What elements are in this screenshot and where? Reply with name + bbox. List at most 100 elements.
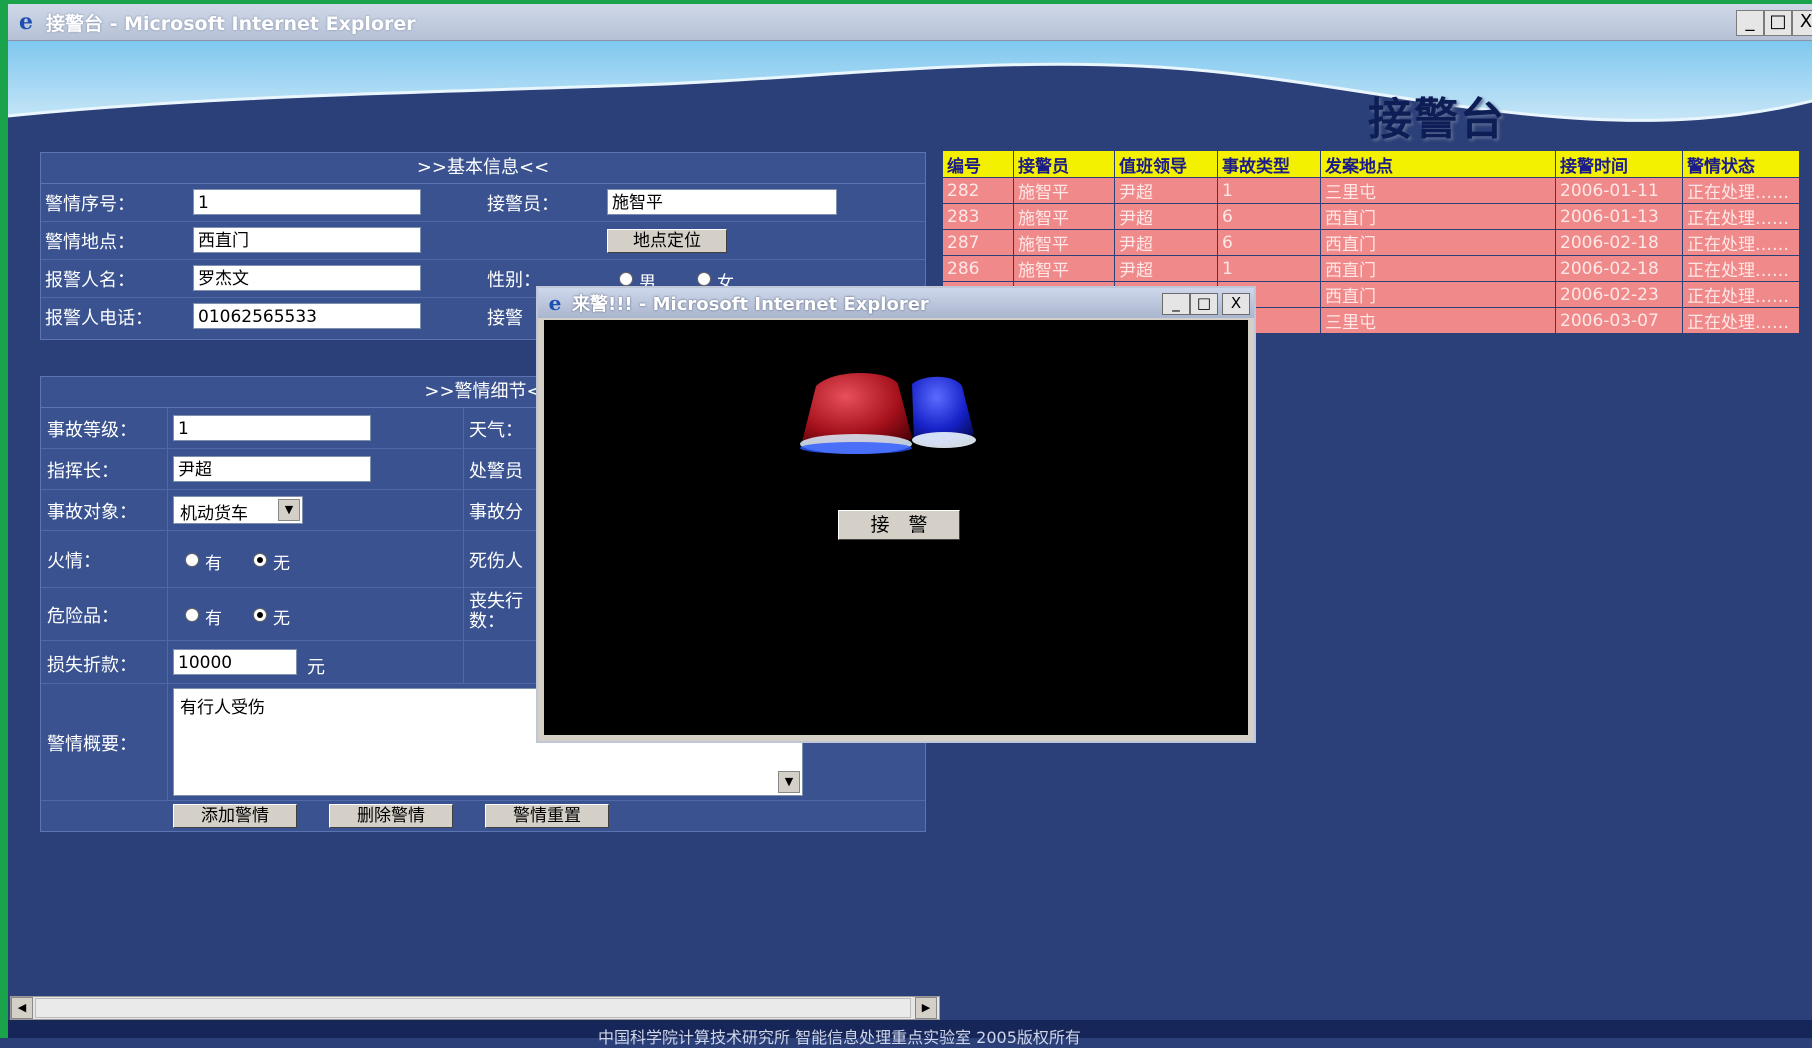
siren-lights-icon (800, 373, 976, 454)
scroll-thumb[interactable] (35, 998, 911, 1018)
add-incident-button[interactable]: 添加警情 (173, 804, 297, 828)
col-status: 警情状态 (1682, 150, 1800, 178)
object-select[interactable]: 机动货车 ▼ (173, 496, 303, 524)
row-actions: 添加警情 删除警情 警情重置 (41, 801, 925, 831)
cell-time: 2006-03-07 (1555, 307, 1683, 334)
horizontal-scrollbar[interactable]: ◀ ▶ (10, 996, 940, 1020)
table-row[interactable]: 283 施智平 尹超 6 西直门 2006-01-13 正在处理…… (942, 203, 1800, 230)
col-leader: 值班领导 (1114, 150, 1218, 178)
fire-no-label: 无 (273, 554, 290, 574)
cell-time: 2006-01-13 (1555, 203, 1683, 230)
reporter-input[interactable]: 罗杰文 (193, 265, 421, 291)
browser-titlebar: e 接警台 - Microsoft Internet Explorer _ □ … (8, 4, 1812, 41)
gender-female-radio[interactable] (697, 272, 711, 286)
lost-label: 丧失行 数： (469, 591, 523, 632)
serial-input[interactable]: 1 (193, 189, 421, 215)
delete-incident-button[interactable]: 删除警情 (329, 804, 453, 828)
minimize-button[interactable]: _ (1736, 10, 1764, 36)
cell-place: 西直门 (1320, 229, 1556, 256)
hazard-no-label: 无 (273, 609, 290, 629)
window-border-left (0, 0, 8, 1038)
cell-time: 2006-02-18 (1555, 255, 1683, 282)
cell-id: 287 (942, 229, 1014, 256)
fire-yes-radio[interactable] (185, 553, 199, 567)
locate-button[interactable]: 地点定位 (607, 229, 727, 253)
casualty-label: 死伤人 (469, 551, 523, 572)
scroll-left-icon[interactable]: ◀ (11, 997, 33, 1019)
page-title: 接警台 (1368, 94, 1506, 145)
table-row[interactable]: 282 施智平 尹超 1 三里屯 2006-01-11 正在处理…… (942, 177, 1800, 204)
commander-input[interactable]: 尹超 (173, 456, 371, 482)
header-banner: 接警台 (8, 41, 1812, 156)
cell-place: 西直门 (1320, 281, 1556, 308)
cell-status: 正在处理…… (1682, 177, 1800, 204)
col-type: 事故类型 (1217, 150, 1321, 178)
scroll-down-icon[interactable]: ▼ (778, 771, 800, 793)
cell-status: 正在处理…… (1682, 281, 1800, 308)
cell-operator: 施智平 (1013, 255, 1115, 282)
cell-type: 6 (1217, 203, 1321, 230)
summary-label: 警情概要： (47, 734, 137, 755)
hazard-no-radio[interactable] (253, 608, 267, 622)
fire-yes-label: 有 (205, 554, 222, 574)
reset-incident-button[interactable]: 警情重置 (485, 804, 609, 828)
location-label: 警情地点： (45, 232, 135, 253)
cell-status: 正在处理…… (1682, 229, 1800, 256)
maximize-button[interactable]: □ (1764, 10, 1792, 36)
chevron-down-icon[interactable]: ▼ (278, 499, 300, 521)
handler-label: 处警员 (469, 461, 523, 482)
popup-body: 接 警 (544, 320, 1248, 735)
column-divider (167, 408, 168, 801)
cell-operator: 施智平 (1013, 177, 1115, 204)
cell-id: 283 (942, 203, 1014, 230)
fire-no-radio[interactable] (253, 553, 267, 567)
object-select-value: 机动货车 (180, 504, 248, 524)
hazard-yes-radio[interactable] (185, 608, 199, 622)
cell-type: 1 (1217, 177, 1321, 204)
cell-operator: 施智平 (1013, 229, 1115, 256)
close-button[interactable]: X (1792, 10, 1812, 36)
category-label: 事故分 (469, 502, 523, 523)
summary-text: 有行人受伤 (180, 698, 265, 718)
ie-icon: e (548, 291, 562, 315)
basic-info-header: >>基本信息<< (41, 153, 925, 184)
level-label: 事故等级： (47, 420, 137, 441)
column-divider (463, 408, 464, 683)
alarm-popup-window: e 来警!!! - Microsoft Internet Explorer _ … (536, 286, 1256, 743)
col-place: 发案地点 (1320, 150, 1556, 178)
level-input[interactable]: 1 (173, 415, 371, 441)
cell-leader: 尹超 (1114, 229, 1218, 256)
cell-time: 2006-02-23 (1555, 281, 1683, 308)
cell-place: 西直门 (1320, 255, 1556, 282)
popup-title: 来警!!! - Microsoft Internet Explorer (572, 294, 929, 315)
cell-leader: 尹超 (1114, 177, 1218, 204)
loss-input[interactable]: 10000 (173, 649, 297, 675)
table-row[interactable]: 286 施智平 尹超 1 西直门 2006-02-18 正在处理…… (942, 255, 1800, 282)
cell-leader: 尹超 (1114, 255, 1218, 282)
popup-maximize-button[interactable]: □ (1190, 293, 1218, 315)
popup-titlebar: e 来警!!! - Microsoft Internet Explorer _ … (538, 288, 1254, 318)
ie-icon: e (19, 9, 33, 35)
table-row[interactable]: 287 施智平 尹超 6 西直门 2006-02-18 正在处理…… (942, 229, 1800, 256)
row-location: 警情地点： 西直门 地点定位 (41, 222, 925, 260)
operator-input[interactable]: 施智平 (607, 189, 837, 215)
location-input[interactable]: 西直门 (193, 227, 421, 253)
cell-place: 三里屯 (1320, 177, 1556, 204)
popup-minimize-button[interactable]: _ (1162, 293, 1190, 315)
fire-label: 火情： (47, 551, 101, 572)
accept-alarm-button[interactable]: 接 警 (838, 510, 960, 540)
phone-input[interactable]: 01062565533 (193, 303, 421, 329)
gender-label: 性别： (487, 270, 541, 291)
gender-male-radio[interactable] (619, 272, 633, 286)
cell-place: 西直门 (1320, 203, 1556, 230)
col-operator: 接警员 (1013, 150, 1115, 178)
weather-label: 天气： (469, 420, 523, 441)
cell-time: 2006-02-18 (1555, 229, 1683, 256)
copyright-text: 中国科学院计算技术研究所 智能信息处理重点实验室 2005版权所有 (598, 1028, 1081, 1047)
popup-close-button[interactable]: X (1222, 293, 1250, 315)
scroll-right-icon[interactable]: ▶ (915, 997, 937, 1019)
cell-status: 正在处理…… (1682, 203, 1800, 230)
operator-label: 接警员： (487, 194, 559, 215)
page-footer: 中国科学院计算技术研究所 智能信息处理重点实验室 2005版权所有 (8, 1020, 1812, 1047)
cell-type: 6 (1217, 229, 1321, 256)
